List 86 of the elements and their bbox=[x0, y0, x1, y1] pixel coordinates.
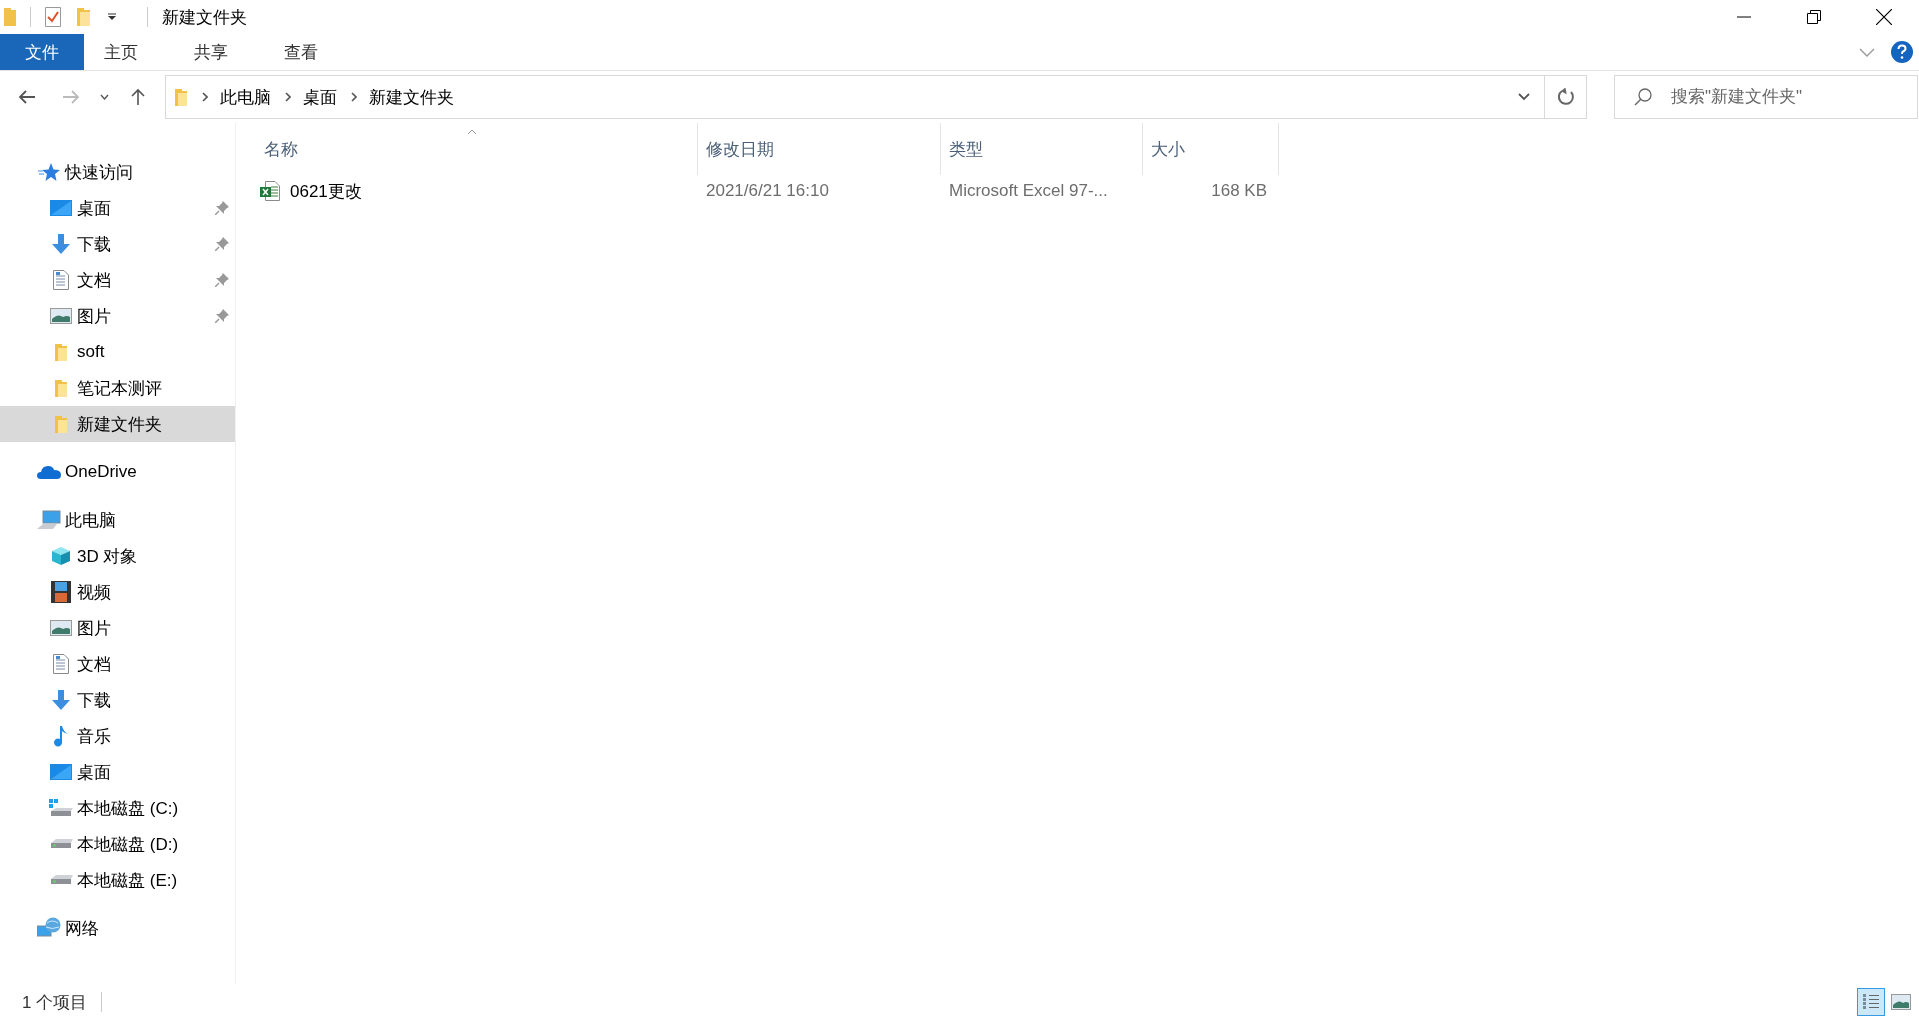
column-header[interactable]: 类型 bbox=[941, 123, 1143, 175]
file-name: 0621更改 bbox=[290, 180, 362, 203]
image-icon bbox=[50, 620, 72, 636]
sidebar-item[interactable]: 音乐 bbox=[0, 718, 235, 754]
breadcrumb[interactable]: 新建文件夹 bbox=[369, 85, 454, 109]
folder-icon bbox=[54, 414, 68, 434]
dropdown-icon[interactable] bbox=[1518, 93, 1530, 101]
music-note-icon bbox=[53, 725, 69, 747]
table-cell-text: Microsoft Excel 97-... bbox=[948, 181, 1109, 201]
sidebar-item[interactable]: 文档 bbox=[0, 646, 235, 682]
drive-icon bbox=[49, 799, 73, 817]
column-header[interactable]: 名称 bbox=[256, 123, 698, 175]
chevron-right-icon bbox=[285, 92, 291, 102]
sidebar-item[interactable]: 图片 bbox=[0, 298, 235, 334]
file-menu-button[interactable]: 文件 bbox=[0, 34, 84, 70]
star-icon bbox=[38, 162, 60, 182]
ribbon-tab[interactable]: 主页 bbox=[84, 34, 158, 70]
folder-icon bbox=[4, 7, 16, 27]
breadcrumb[interactable]: 此电脑 bbox=[220, 85, 271, 109]
customize-dropdown-icon[interactable] bbox=[107, 13, 117, 21]
down-arrow-icon bbox=[51, 690, 71, 710]
expand-ribbon-icon[interactable] bbox=[1859, 47, 1875, 57]
view-toggle-button[interactable] bbox=[1857, 988, 1885, 1016]
image-icon bbox=[50, 308, 72, 324]
address-bar[interactable]: 此电脑 桌面 新建文件夹 bbox=[165, 75, 1545, 119]
minimize-icon bbox=[1737, 16, 1751, 18]
search-field[interactable]: 搜索"新建文件夹" bbox=[1614, 75, 1918, 119]
large-icons-view-icon bbox=[1891, 994, 1911, 1010]
restore-icon bbox=[1807, 10, 1821, 24]
window-title: 新建文件夹 bbox=[162, 6, 247, 29]
properties-icon[interactable] bbox=[45, 7, 61, 27]
document-icon bbox=[53, 654, 69, 674]
sidebar-item[interactable]: 网络 bbox=[0, 910, 235, 946]
chevron-right-icon bbox=[351, 92, 357, 102]
table-cell-text: 2021/6/21 16:10 bbox=[705, 181, 830, 201]
sidebar-item[interactable]: 视频 bbox=[0, 574, 235, 610]
ribbon-tab[interactable]: 共享 bbox=[174, 34, 248, 70]
folder-icon bbox=[174, 87, 188, 107]
computer-icon bbox=[37, 510, 61, 530]
refresh-icon bbox=[1556, 88, 1575, 106]
folder-icon bbox=[54, 342, 68, 362]
down-arrow-icon bbox=[51, 234, 71, 254]
sidebar-item[interactable]: 图片 bbox=[0, 610, 235, 646]
sidebar-item[interactable]: 本地磁盘 (D:) bbox=[0, 826, 235, 862]
sort-caret-icon bbox=[466, 129, 477, 135]
sidebar-item[interactable]: 下载 bbox=[0, 226, 235, 262]
document-icon bbox=[53, 270, 69, 290]
sidebar-item[interactable]: 下载 bbox=[0, 682, 235, 718]
file-row[interactable]: 0621更改 2021/6/21 16:10 Microsoft Excel 97-... 168 KB bbox=[256, 175, 1919, 207]
sidebar-item[interactable]: 此电脑 bbox=[0, 502, 235, 538]
cube-icon bbox=[51, 546, 71, 566]
monitor-icon bbox=[50, 200, 72, 216]
breadcrumb[interactable]: 桌面 bbox=[303, 85, 337, 109]
monitor-icon bbox=[50, 764, 72, 780]
ribbon-tab[interactable]: 查看 bbox=[264, 34, 338, 70]
cloud-icon bbox=[37, 464, 61, 480]
recent-dropdown-icon[interactable] bbox=[100, 94, 109, 100]
sidebar-item[interactable]: 本地磁盘 (C:) bbox=[0, 790, 235, 826]
item-count: 1 个项目 bbox=[22, 991, 88, 1014]
sidebar-item[interactable]: 新建文件夹 bbox=[0, 406, 235, 442]
folder-icon bbox=[54, 378, 68, 398]
column-header[interactable]: 修改日期 bbox=[698, 123, 941, 175]
sidebar-item[interactable]: 本地磁盘 (E:) bbox=[0, 862, 235, 898]
sidebar-item[interactable]: 3D 对象 bbox=[0, 538, 235, 574]
help-icon[interactable] bbox=[1891, 41, 1913, 63]
drive-icon bbox=[49, 839, 73, 849]
column-header[interactable]: 大小 bbox=[1143, 123, 1279, 175]
network-icon bbox=[37, 917, 61, 939]
sidebar-item[interactable]: 快速访问 bbox=[0, 154, 235, 190]
film-icon bbox=[51, 581, 71, 603]
search-icon bbox=[1634, 88, 1652, 106]
back-arrow-icon[interactable] bbox=[18, 90, 36, 104]
sidebar-item[interactable]: 桌面 bbox=[0, 754, 235, 790]
sidebar-item[interactable]: soft bbox=[0, 334, 235, 370]
sidebar-item[interactable]: 文档 bbox=[0, 262, 235, 298]
table-cell-text: 168 KB bbox=[1210, 181, 1268, 201]
sidebar-item[interactable]: OneDrive bbox=[0, 454, 235, 490]
sidebar-item[interactable]: 笔记本测评 bbox=[0, 370, 235, 406]
sidebar-item[interactable]: 桌面 bbox=[0, 190, 235, 226]
spreadsheet-icon bbox=[260, 181, 280, 201]
refresh-button[interactable] bbox=[1545, 75, 1587, 119]
close-icon bbox=[1876, 9, 1892, 25]
details-view-icon bbox=[1862, 993, 1880, 1011]
drive-icon bbox=[49, 875, 73, 885]
chevron-right-icon bbox=[202, 92, 208, 102]
up-arrow-icon[interactable] bbox=[131, 88, 145, 106]
